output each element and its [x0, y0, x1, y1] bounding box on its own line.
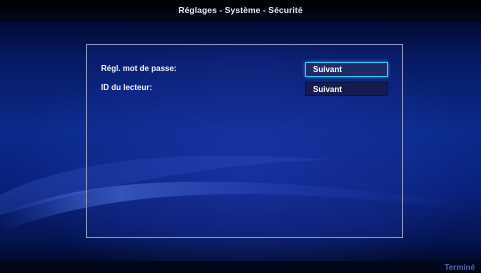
player-id-next-button[interactable]: Suivant	[305, 82, 388, 96]
settings-screen: Réglages - Système - Sécurité Régl. mot …	[0, 0, 481, 273]
footer-bar	[0, 261, 481, 273]
password-setting-label: Régl. mot de passe:	[101, 64, 177, 73]
title-bar: Réglages - Système - Sécurité	[0, 0, 481, 22]
player-id-label: ID du lecteur:	[101, 83, 153, 92]
password-next-button[interactable]: Suivant	[305, 62, 388, 77]
page-title: Réglages - Système - Sécurité	[178, 5, 303, 15]
done-button[interactable]: Terminé	[444, 263, 475, 272]
